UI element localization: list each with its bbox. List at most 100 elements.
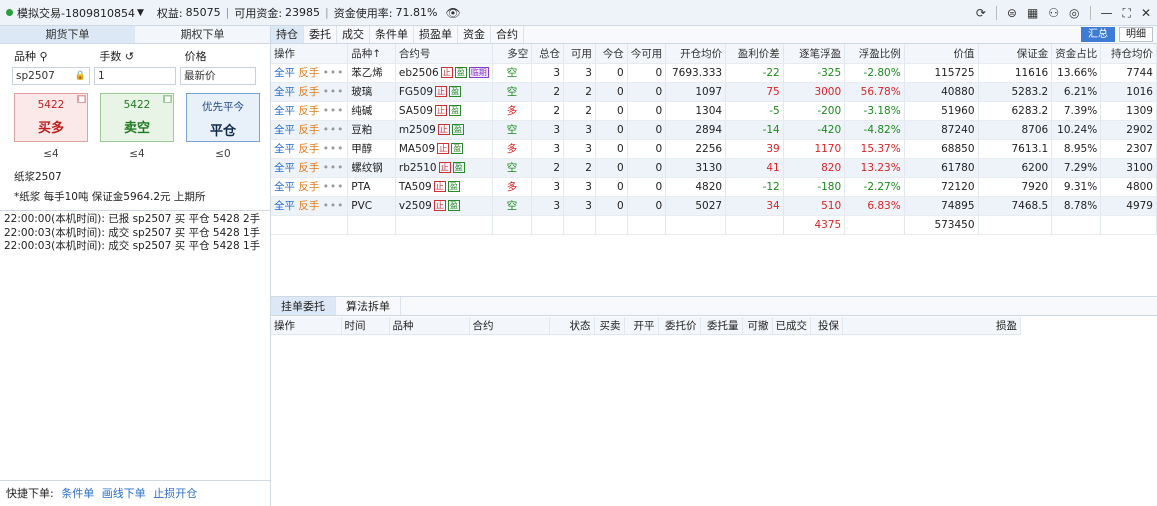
reverse-button[interactable]: 反手 (298, 124, 319, 136)
take-profit-tag[interactable]: 盈 (447, 181, 460, 192)
table-row[interactable]: 全平 反手 ••• 玻璃 FG509 止盈空 2 2 0 0 1097 75 3000 56.78% 4… (271, 82, 1157, 102)
reverse-button[interactable]: 反手 (298, 200, 319, 212)
price-input[interactable]: 最新价 (180, 67, 256, 85)
close-all-button[interactable]: 全平 (274, 86, 295, 98)
take-profit-tag[interactable]: 盈 (449, 86, 462, 97)
hold-avg-cell: 4979 (1100, 196, 1157, 216)
reverse-button[interactable]: 反手 (298, 143, 319, 155)
tab-contracts[interactable]: 合约 (491, 26, 524, 43)
position-tabs: 持仓 委托 成交 条件单 损盈单 资金 合约 (271, 26, 1157, 44)
col-header[interactable]: 品种↑ (347, 44, 396, 64)
more-icon[interactable]: ••• (323, 143, 345, 155)
badge-icon: ■ (163, 95, 172, 103)
tab-conditional[interactable]: 条件单 (370, 26, 414, 43)
search-icon[interactable]: ⚲ (40, 50, 48, 63)
float-ratio-cell: -2.80% (844, 63, 905, 83)
account-selector[interactable]: 模拟交易-1809810854 (17, 5, 135, 21)
close-all-button[interactable]: 全平 (274, 181, 295, 193)
user-settings-icon[interactable]: ⚇ (1048, 6, 1059, 20)
close-position-button[interactable]: 优先平今 平仓 (186, 93, 260, 142)
buy-long-button[interactable]: ■ 5422 买多 (14, 93, 88, 142)
take-profit-tag[interactable]: 盈 (447, 200, 460, 211)
stop-loss-tag[interactable]: 止 (438, 162, 451, 173)
close-all-button[interactable]: 全平 (274, 162, 295, 174)
reverse-button[interactable]: 反手 (298, 86, 319, 98)
more-icon[interactable]: ••• (323, 105, 345, 117)
take-profit-tag[interactable]: 盈 (452, 162, 465, 173)
stop-loss-open-link[interactable]: 止损开仓 (153, 487, 197, 500)
calculator-icon[interactable]: ▦ (1027, 6, 1038, 20)
tab-stop-profit[interactable]: 损盈单 (414, 26, 458, 43)
summary-button[interactable]: 汇总 (1081, 27, 1115, 42)
today-cell: 0 (595, 196, 628, 216)
table-row[interactable]: 全平 反手 ••• PVC v2509 止盈空 3 3 0 0 5027 34 510 6.83% 74… (271, 196, 1157, 216)
more-icon[interactable]: ••• (323, 86, 345, 98)
stop-loss-tag[interactable]: 止 (437, 124, 450, 135)
stop-loss-tag[interactable]: 止 (433, 200, 446, 211)
eye-icon[interactable]: 👁 (445, 6, 460, 20)
draw-line-order-link[interactable]: 画线下单 (102, 487, 146, 500)
float-pnl-cell: -325 (783, 63, 846, 83)
maximize-icon[interactable]: ⛶ (1123, 6, 1131, 21)
gear-icon[interactable]: ◎ (1069, 6, 1079, 20)
detail-button[interactable]: 明细 (1119, 27, 1153, 42)
sell-short-button[interactable]: ■ 5422 卖空 (100, 93, 174, 142)
tab-options-order[interactable]: 期权下单 (135, 26, 270, 43)
tab-algo-split[interactable]: 算法拆单 (336, 297, 401, 315)
form-inputs: sp2507 🔒 1 最新价 (0, 64, 270, 85)
stop-loss-tag[interactable]: 止 (440, 67, 453, 78)
more-icon[interactable]: ••• (323, 67, 345, 79)
side-cell: 空 (492, 82, 533, 102)
qty-input[interactable]: 1 (94, 67, 176, 85)
reverse-button[interactable]: 反手 (298, 181, 319, 193)
tab-trades[interactable]: 成交 (337, 26, 370, 43)
more-icon[interactable]: ••• (323, 162, 345, 174)
close-all-button[interactable]: 全平 (274, 143, 295, 155)
close-all-button[interactable]: 全平 (274, 105, 295, 117)
contract-name: 纸浆2507 (14, 171, 62, 183)
more-icon[interactable]: ••• (323, 200, 345, 212)
close-all-button[interactable]: 全平 (274, 124, 295, 136)
conditional-order-link[interactable]: 条件单 (61, 487, 94, 500)
empty-cell (665, 215, 727, 235)
share-cell: 7.39% (1051, 101, 1102, 121)
close-all-button[interactable]: 全平 (274, 67, 295, 79)
side-cell: 空 (492, 196, 533, 216)
tab-pending-orders[interactable]: 挂单委托 (271, 297, 336, 315)
reverse-button[interactable]: 反手 (298, 162, 319, 174)
tab-funds[interactable]: 资金 (458, 26, 491, 43)
take-profit-tag[interactable]: 盈 (454, 67, 467, 78)
minimize-icon[interactable]: — (1101, 6, 1113, 20)
tab-orders[interactable]: 委托 (304, 26, 337, 43)
stop-loss-tag[interactable]: 止 (434, 105, 447, 116)
take-profit-tag[interactable]: 盈 (451, 124, 464, 135)
hold-avg-cell: 3100 (1100, 158, 1157, 178)
take-profit-tag[interactable]: 盈 (451, 143, 464, 154)
table-row[interactable]: 全平 反手 ••• 甲醇 MA509 止盈多 3 3 0 0 2256 39 1170 15.37% 6… (271, 139, 1157, 159)
stop-loss-tag[interactable]: 止 (435, 86, 448, 97)
lock-icon[interactable]: 🔒 (75, 68, 86, 84)
stop-loss-tag[interactable]: 止 (433, 181, 446, 192)
reverse-button[interactable]: 反手 (298, 67, 319, 79)
more-icon[interactable]: ••• (323, 181, 345, 193)
table-row[interactable]: 全平 反手 ••• PTA TA509 止盈多 3 3 0 0 4820 -12 -180 -2.27… (271, 177, 1157, 197)
lower-tabs: 挂单委托 算法拆单 (271, 296, 1157, 316)
stop-loss-tag[interactable]: 止 (437, 143, 450, 154)
product-input[interactable]: sp2507 🔒 (12, 67, 90, 85)
row-actions: 全平 反手 ••• (271, 177, 349, 197)
tab-positions[interactable]: 持仓 (271, 26, 304, 43)
close-icon[interactable]: ✕ (1141, 6, 1151, 20)
more-icon[interactable]: ••• (323, 124, 345, 136)
table-row[interactable]: 全平 反手 ••• 纯碱 SA509 止盈多 2 2 0 0 1304 -5 -200 -3.18% 5… (271, 101, 1157, 121)
reset-icon[interactable]: ↺ (125, 50, 134, 63)
reverse-button[interactable]: 反手 (298, 105, 319, 117)
table-row[interactable]: 全平 反手 ••• 螺纹钢 rb2510 止盈空 2 2 0 0 3130 41 820 13.23%… (271, 158, 1157, 178)
table-row[interactable]: 全平 反手 ••• 豆粕 m2509 止盈空 3 3 0 0 2894 -14 -420 -4.82%… (271, 120, 1157, 140)
take-profit-tag[interactable]: 盈 (448, 105, 461, 116)
close-all-button[interactable]: 全平 (274, 200, 295, 212)
tab-futures-order[interactable]: 期货下单 (0, 26, 135, 43)
chevron-down-icon[interactable]: ▼ (137, 8, 144, 18)
circle-icon[interactable]: ⊜ (1007, 6, 1017, 20)
table-row[interactable]: 全平 反手 ••• 苯乙烯 eb2506 止盈临期空 3 3 0 0 7693.333 -22 -3… (271, 63, 1157, 83)
refresh-icon[interactable]: ⟳ (976, 6, 986, 20)
